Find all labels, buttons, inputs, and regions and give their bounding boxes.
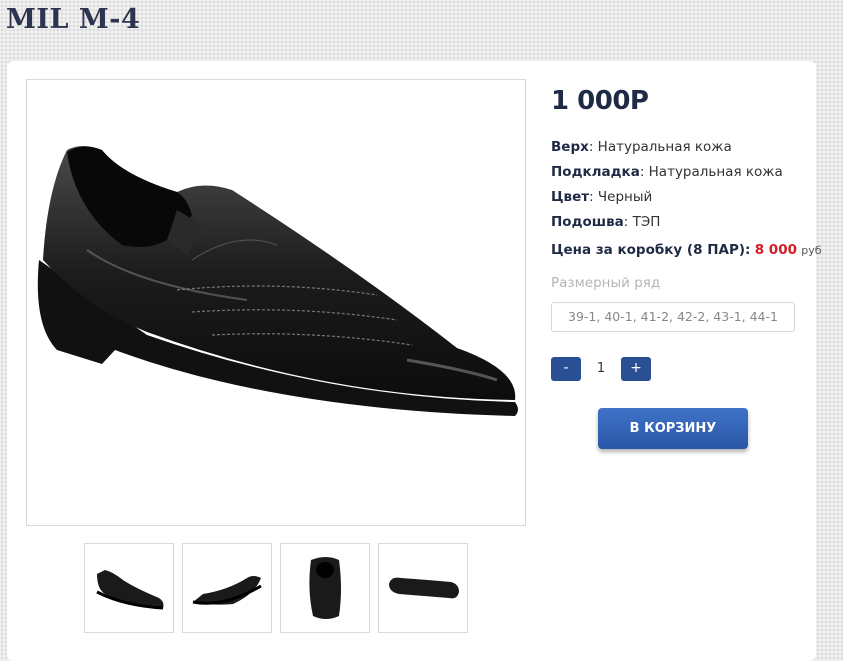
- spec-label: Подкладка: [551, 164, 640, 180]
- spec-label: Верх: [551, 139, 589, 155]
- thumbnail-shoe-sole[interactable]: [378, 543, 468, 633]
- box-price-label: Цена за коробку (8 ПАР):: [551, 242, 751, 258]
- quantity-value[interactable]: 1: [582, 357, 620, 381]
- page-title: MIL M-4: [6, 4, 141, 35]
- product-main-image: [26, 79, 526, 526]
- add-to-cart-button[interactable]: В КОРЗИНУ: [598, 408, 748, 449]
- spec-row-lining: Подкладка: Натуральная кожа: [551, 163, 783, 188]
- product-price: 1 000Р: [551, 86, 649, 116]
- box-price: Цена за коробку (8 ПАР): 8 000 руб: [551, 242, 822, 258]
- size-range-label: Размерный ряд: [551, 275, 661, 291]
- spec-value: : Черный: [589, 189, 653, 205]
- spec-row-upper: Верх: Натуральная кожа: [551, 138, 783, 163]
- spec-label: Цвет: [551, 189, 590, 205]
- spec-list: Верх: Натуральная кожа Подкладка: Натура…: [551, 138, 783, 238]
- quantity-minus-button[interactable]: -: [551, 357, 581, 381]
- spec-row-color: Цвет: Черный: [551, 188, 783, 213]
- thumbnail-shoe-front[interactable]: [280, 543, 370, 633]
- thumbnail-shoe-angle[interactable]: [182, 543, 272, 633]
- quantity-plus-button[interactable]: +: [621, 357, 651, 381]
- spec-value: : ТЭП: [623, 214, 661, 230]
- spec-value: : Натуральная кожа: [588, 139, 732, 155]
- spec-row-sole: Подошва: ТЭП: [551, 213, 783, 238]
- box-price-value: 8 000: [754, 242, 797, 258]
- spec-label: Подошва: [551, 214, 624, 230]
- box-price-currency: руб: [801, 244, 822, 257]
- thumbnail-shoe-side[interactable]: [84, 543, 174, 633]
- size-range-select[interactable]: 39-1, 40-1, 41-2, 42-2, 43-1, 44-1: [551, 302, 795, 332]
- spec-value: : Натуральная кожа: [639, 164, 783, 180]
